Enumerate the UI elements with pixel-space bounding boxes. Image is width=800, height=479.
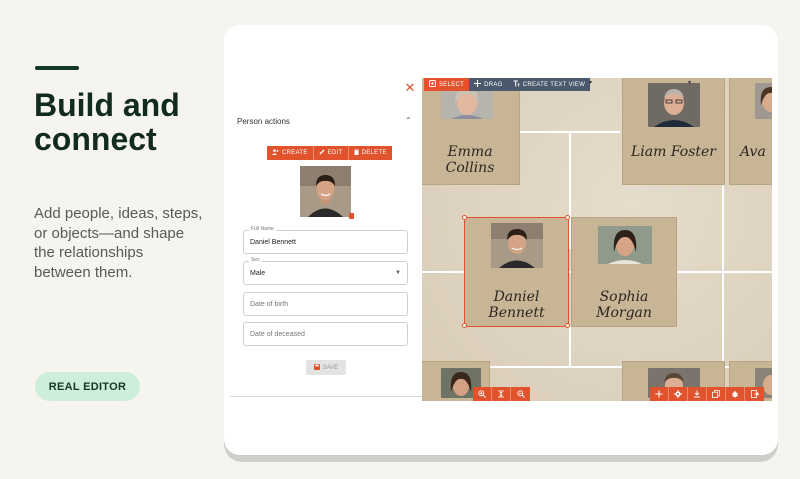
triangle-marker-icon: ▾ xyxy=(688,80,692,86)
drag-label: DRAG xyxy=(484,81,503,88)
save-button[interactable]: SAVE xyxy=(306,360,346,375)
selection-handle[interactable] xyxy=(462,323,467,328)
sex-value: Male xyxy=(250,269,266,277)
node-name: Ava xyxy=(740,144,766,160)
portrait xyxy=(598,226,652,264)
text-icon xyxy=(513,80,520,89)
portrait xyxy=(491,223,543,268)
selection-handle[interactable] xyxy=(565,215,570,220)
copy-icon[interactable] xyxy=(707,387,726,401)
gear-icon[interactable] xyxy=(669,387,688,401)
tree-node[interactable]: Sophia Morgan xyxy=(571,217,677,327)
full-name-label: Full Name xyxy=(249,226,276,232)
pencil-icon xyxy=(319,149,325,157)
select-label: SELECT xyxy=(439,81,465,88)
node-name: Emma Collins xyxy=(445,144,495,176)
drag-icon xyxy=(474,80,482,89)
tree-canvas[interactable]: Emma Collins Liam Foster Ava Daniel Benn… xyxy=(422,78,772,401)
select-icon xyxy=(429,80,436,89)
zoom-in-icon[interactable] xyxy=(473,387,492,401)
panel-divider xyxy=(230,396,422,397)
real-editor-button[interactable]: REAL EDITOR xyxy=(35,372,140,401)
node-name: Daniel Bennett xyxy=(488,289,545,321)
caret-down-icon: ▼ xyxy=(395,270,401,276)
canvas-toolbar: SELECT DRAG CREATE TEXT VIEW xyxy=(424,78,591,91)
triangle-marker-icon: ▾ xyxy=(589,80,593,86)
connector-line xyxy=(722,185,724,365)
section-title: Person actions xyxy=(237,117,290,126)
selection-handle[interactable] xyxy=(565,323,570,328)
hero-description: Add people, ideas, steps, or objects—and… xyxy=(34,205,203,281)
selection-handle[interactable] xyxy=(462,215,467,220)
person-photo[interactable] xyxy=(300,166,351,217)
select-tool-button[interactable]: SELECT xyxy=(424,78,470,91)
delete-label: DELETE xyxy=(361,150,387,156)
actions-toolbar xyxy=(650,387,764,401)
create-text-view-label: CREATE TEXT VIEW xyxy=(522,81,586,88)
photo-resize-handle[interactable] xyxy=(349,213,354,219)
add-person-icon xyxy=(272,149,279,157)
hero-title: Build and connect xyxy=(34,87,180,157)
tree-node[interactable]: Emma Collins xyxy=(422,78,520,185)
connector-line xyxy=(422,271,464,273)
full-name-field[interactable]: Full Name Daniel Bennett xyxy=(243,226,408,254)
sex-select[interactable]: Sex Male ▼ xyxy=(243,257,408,285)
tree-node[interactable]: Liam Foster xyxy=(622,78,725,185)
date-of-deceased-placeholder: Date of deceased xyxy=(250,330,305,338)
node-name: Sophia Morgan xyxy=(596,289,652,321)
chevron-up-icon[interactable]: ⌃ xyxy=(405,116,412,125)
export-icon[interactable] xyxy=(745,387,764,401)
node-name: Liam Foster xyxy=(630,144,716,160)
date-of-birth-placeholder: Date of birth xyxy=(250,300,289,308)
delete-button[interactable]: DELETE xyxy=(348,146,392,160)
portrait xyxy=(648,83,700,127)
bug-icon[interactable] xyxy=(726,387,745,401)
create-label: CREATE xyxy=(282,150,308,156)
connector-line xyxy=(677,271,772,273)
sex-label: Sex xyxy=(249,257,262,263)
accent-bar xyxy=(35,66,79,70)
fit-icon[interactable] xyxy=(492,387,511,401)
connector-line xyxy=(569,326,571,366)
create-text-view-button[interactable]: CREATE TEXT VIEW xyxy=(507,78,591,91)
edit-label: EDIT xyxy=(327,150,343,156)
portrait xyxy=(755,83,772,119)
download-icon[interactable] xyxy=(688,387,707,401)
save-icon xyxy=(313,363,320,372)
edit-button[interactable]: EDIT xyxy=(313,146,349,160)
full-name-value: Daniel Bennett xyxy=(250,238,296,246)
plus-icon[interactable] xyxy=(650,387,669,401)
zoom-toolbar xyxy=(473,387,530,401)
save-label: SAVE xyxy=(322,364,339,371)
person-actions: CREATE EDIT DELETE xyxy=(267,146,392,160)
trash-icon xyxy=(353,149,359,157)
date-of-birth-field[interactable]: Date of birth xyxy=(243,292,408,316)
tree-node-selected[interactable]: Daniel Bennett xyxy=(464,217,569,327)
zoom-out-icon[interactable] xyxy=(511,387,530,401)
date-of-deceased-field[interactable]: Date of deceased xyxy=(243,322,408,346)
tree-node[interactable]: Ava xyxy=(729,78,772,185)
close-icon[interactable]: ✕ xyxy=(404,81,416,94)
drag-tool-button[interactable]: DRAG xyxy=(469,78,508,91)
create-button[interactable]: CREATE xyxy=(267,146,314,160)
